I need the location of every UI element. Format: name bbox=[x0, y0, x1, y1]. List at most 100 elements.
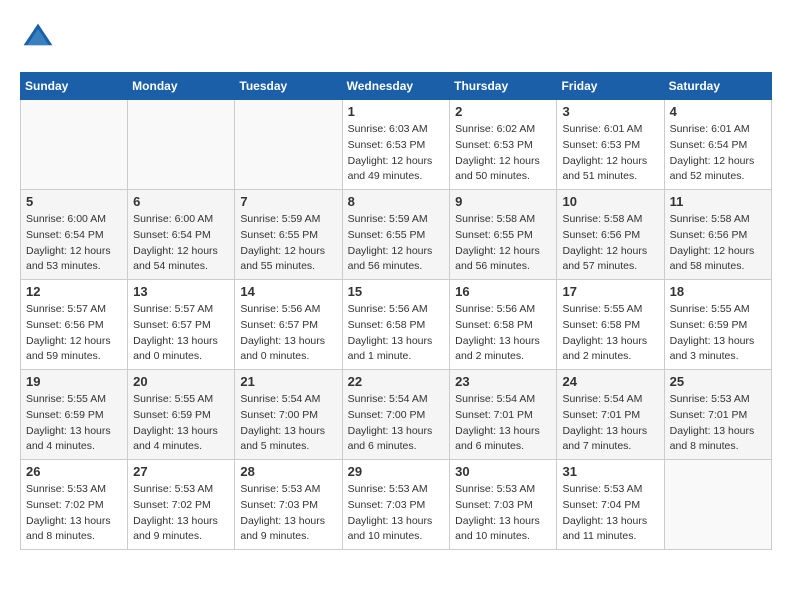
day-info: Sunrise: 5:59 AM Sunset: 6:55 PM Dayligh… bbox=[240, 212, 336, 275]
calendar-day-cell: 2 Sunrise: 6:02 AM Sunset: 6:53 PM Daylig… bbox=[450, 100, 557, 190]
day-info: Sunrise: 5:53 AM Sunset: 7:01 PM Dayligh… bbox=[670, 392, 766, 455]
calendar-day-cell: 29Sunrise: 5:53 AM Sunset: 7:03 PM Dayli… bbox=[342, 460, 450, 550]
day-number: 28 bbox=[240, 464, 336, 479]
day-number: 15 bbox=[348, 284, 445, 299]
calendar-day-cell: 10 Sunrise: 5:58 AM Sunset: 6:56 PM Dayli… bbox=[557, 190, 664, 280]
calendar-header-row: SundayMondayTuesdayWednesdayThursdayFrid… bbox=[21, 73, 772, 100]
calendar-day-cell: 3Sunrise: 6:01 AM Sunset: 6:53 PM Daylig… bbox=[557, 100, 664, 190]
calendar-day-cell: 5 Sunrise: 6:00 AM Sunset: 6:54 PM Daylig… bbox=[21, 190, 128, 280]
day-number: 7 bbox=[240, 194, 336, 209]
calendar-day-cell: 7 Sunrise: 5:59 AM Sunset: 6:55 PM Daylig… bbox=[235, 190, 342, 280]
day-number: 26 bbox=[26, 464, 122, 479]
day-number: 16 bbox=[455, 284, 551, 299]
day-info: Sunrise: 5:59 AM Sunset: 6:55 PM Dayligh… bbox=[348, 212, 445, 275]
day-number: 19 bbox=[26, 374, 122, 389]
calendar-day-cell: 15 Sunrise: 5:56 AM Sunset: 6:58 PM Dayli… bbox=[342, 280, 450, 370]
day-info: Sunrise: 6:00 AM Sunset: 6:54 PM Dayligh… bbox=[26, 212, 122, 275]
day-info: Sunrise: 5:58 AM Sunset: 6:56 PM Dayligh… bbox=[562, 212, 658, 275]
day-number: 18 bbox=[670, 284, 766, 299]
day-info: Sunrise: 5:56 AM Sunset: 6:57 PM Dayligh… bbox=[240, 302, 336, 365]
calendar-day-cell: 9 Sunrise: 5:58 AM Sunset: 6:55 PM Daylig… bbox=[450, 190, 557, 280]
day-info: Sunrise: 5:53 AM Sunset: 7:03 PM Dayligh… bbox=[455, 482, 551, 545]
calendar-day-cell: 11 Sunrise: 5:58 AM Sunset: 6:56 PM Dayli… bbox=[664, 190, 771, 280]
weekday-header: Friday bbox=[557, 73, 664, 100]
day-info: Sunrise: 5:55 AM Sunset: 6:59 PM Dayligh… bbox=[670, 302, 766, 365]
logo bbox=[20, 20, 62, 56]
calendar-day-cell: 18 Sunrise: 5:55 AM Sunset: 6:59 PM Dayli… bbox=[664, 280, 771, 370]
day-number: 23 bbox=[455, 374, 551, 389]
day-number: 22 bbox=[348, 374, 445, 389]
day-info: Sunrise: 6:01 AM Sunset: 6:53 PM Dayligh… bbox=[562, 122, 658, 185]
weekday-header: Monday bbox=[128, 73, 235, 100]
calendar-day-cell bbox=[21, 100, 128, 190]
day-info: Sunrise: 5:57 AM Sunset: 6:56 PM Dayligh… bbox=[26, 302, 122, 365]
day-info: Sunrise: 5:53 AM Sunset: 7:03 PM Dayligh… bbox=[348, 482, 445, 545]
day-number: 9 bbox=[455, 194, 551, 209]
logo-icon bbox=[20, 20, 56, 56]
calendar-week-row: 5 Sunrise: 6:00 AM Sunset: 6:54 PM Daylig… bbox=[21, 190, 772, 280]
day-info: Sunrise: 5:58 AM Sunset: 6:55 PM Dayligh… bbox=[455, 212, 551, 275]
day-info: Sunrise: 5:54 AM Sunset: 7:01 PM Dayligh… bbox=[455, 392, 551, 455]
calendar-week-row: 19 Sunrise: 5:55 AM Sunset: 6:59 PM Dayli… bbox=[21, 370, 772, 460]
calendar-day-cell: 28Sunrise: 5:53 AM Sunset: 7:03 PM Dayli… bbox=[235, 460, 342, 550]
calendar-day-cell: 27 Sunrise: 5:53 AM Sunset: 7:02 PM Dayli… bbox=[128, 460, 235, 550]
day-info: Sunrise: 5:55 AM Sunset: 6:59 PM Dayligh… bbox=[133, 392, 229, 455]
day-number: 4 bbox=[670, 104, 766, 119]
day-number: 8 bbox=[348, 194, 445, 209]
calendar-day-cell: 31 Sunrise: 5:53 AM Sunset: 7:04 PM Dayli… bbox=[557, 460, 664, 550]
day-number: 17 bbox=[562, 284, 658, 299]
calendar-day-cell bbox=[664, 460, 771, 550]
calendar-week-row: 12 Sunrise: 5:57 AM Sunset: 6:56 PM Dayli… bbox=[21, 280, 772, 370]
calendar-day-cell: 23 Sunrise: 5:54 AM Sunset: 7:01 PM Dayli… bbox=[450, 370, 557, 460]
day-info: Sunrise: 5:56 AM Sunset: 6:58 PM Dayligh… bbox=[348, 302, 445, 365]
day-number: 12 bbox=[26, 284, 122, 299]
day-number: 2 bbox=[455, 104, 551, 119]
day-number: 14 bbox=[240, 284, 336, 299]
day-number: 11 bbox=[670, 194, 766, 209]
day-number: 25 bbox=[670, 374, 766, 389]
day-info: Sunrise: 5:58 AM Sunset: 6:56 PM Dayligh… bbox=[670, 212, 766, 275]
calendar-table: SundayMondayTuesdayWednesdayThursdayFrid… bbox=[20, 72, 772, 550]
calendar-week-row: 26 Sunrise: 5:53 AM Sunset: 7:02 PM Dayli… bbox=[21, 460, 772, 550]
day-number: 5 bbox=[26, 194, 122, 209]
calendar-day-cell: 17 Sunrise: 5:55 AM Sunset: 6:58 PM Dayli… bbox=[557, 280, 664, 370]
day-info: Sunrise: 5:53 AM Sunset: 7:04 PM Dayligh… bbox=[562, 482, 658, 545]
calendar-day-cell: 25 Sunrise: 5:53 AM Sunset: 7:01 PM Dayli… bbox=[664, 370, 771, 460]
day-number: 31 bbox=[562, 464, 658, 479]
day-info: Sunrise: 6:00 AM Sunset: 6:54 PM Dayligh… bbox=[133, 212, 229, 275]
day-info: Sunrise: 5:54 AM Sunset: 7:00 PM Dayligh… bbox=[240, 392, 336, 455]
calendar-day-cell: 16Sunrise: 5:56 AM Sunset: 6:58 PM Dayli… bbox=[450, 280, 557, 370]
calendar-week-row: 1Sunrise: 6:03 AM Sunset: 6:53 PM Daylig… bbox=[21, 100, 772, 190]
calendar-day-cell: 21Sunrise: 5:54 AM Sunset: 7:00 PM Dayli… bbox=[235, 370, 342, 460]
day-number: 30 bbox=[455, 464, 551, 479]
day-info: Sunrise: 5:53 AM Sunset: 7:02 PM Dayligh… bbox=[133, 482, 229, 545]
day-info: Sunrise: 5:54 AM Sunset: 7:01 PM Dayligh… bbox=[562, 392, 658, 455]
calendar-day-cell: 30 Sunrise: 5:53 AM Sunset: 7:03 PM Dayli… bbox=[450, 460, 557, 550]
calendar-day-cell: 26 Sunrise: 5:53 AM Sunset: 7:02 PM Dayli… bbox=[21, 460, 128, 550]
day-number: 6 bbox=[133, 194, 229, 209]
calendar-day-cell bbox=[235, 100, 342, 190]
calendar-day-cell: 22 Sunrise: 5:54 AM Sunset: 7:00 PM Dayli… bbox=[342, 370, 450, 460]
day-info: Sunrise: 5:55 AM Sunset: 6:58 PM Dayligh… bbox=[562, 302, 658, 365]
weekday-header: Thursday bbox=[450, 73, 557, 100]
calendar-day-cell: 6 Sunrise: 6:00 AM Sunset: 6:54 PM Daylig… bbox=[128, 190, 235, 280]
day-info: Sunrise: 5:57 AM Sunset: 6:57 PM Dayligh… bbox=[133, 302, 229, 365]
weekday-header: Sunday bbox=[21, 73, 128, 100]
day-info: Sunrise: 5:54 AM Sunset: 7:00 PM Dayligh… bbox=[348, 392, 445, 455]
page-header bbox=[20, 20, 772, 56]
day-info: Sunrise: 6:02 AM Sunset: 6:53 PM Dayligh… bbox=[455, 122, 551, 185]
day-number: 27 bbox=[133, 464, 229, 479]
calendar-day-cell: 24Sunrise: 5:54 AM Sunset: 7:01 PM Dayli… bbox=[557, 370, 664, 460]
calendar-day-cell: 20 Sunrise: 5:55 AM Sunset: 6:59 PM Dayli… bbox=[128, 370, 235, 460]
day-info: Sunrise: 5:55 AM Sunset: 6:59 PM Dayligh… bbox=[26, 392, 122, 455]
calendar-day-cell: 12 Sunrise: 5:57 AM Sunset: 6:56 PM Dayli… bbox=[21, 280, 128, 370]
calendar-day-cell: 1Sunrise: 6:03 AM Sunset: 6:53 PM Daylig… bbox=[342, 100, 450, 190]
day-number: 20 bbox=[133, 374, 229, 389]
weekday-header: Wednesday bbox=[342, 73, 450, 100]
calendar-day-cell: 19 Sunrise: 5:55 AM Sunset: 6:59 PM Dayli… bbox=[21, 370, 128, 460]
weekday-header: Saturday bbox=[664, 73, 771, 100]
calendar-day-cell: 14 Sunrise: 5:56 AM Sunset: 6:57 PM Dayli… bbox=[235, 280, 342, 370]
day-info: Sunrise: 5:53 AM Sunset: 7:02 PM Dayligh… bbox=[26, 482, 122, 545]
calendar-day-cell: 8 Sunrise: 5:59 AM Sunset: 6:55 PM Daylig… bbox=[342, 190, 450, 280]
day-number: 10 bbox=[562, 194, 658, 209]
